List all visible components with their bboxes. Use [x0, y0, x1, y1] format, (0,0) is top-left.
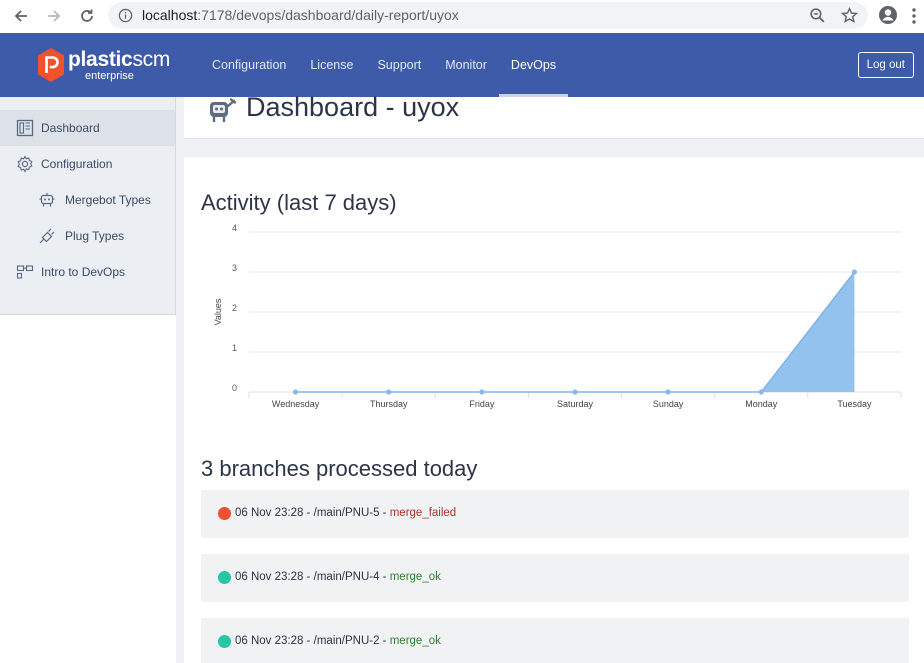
sidebar-item-mergebot-types[interactable]: Mergebot Types [0, 182, 175, 218]
url-host: localhost [142, 7, 198, 23]
logo-wordmark: plasticscm [68, 48, 170, 72]
logo-scm: scm [132, 48, 171, 71]
mergebot-avatar-icon [210, 98, 237, 122]
logout-button[interactable]: Log out [857, 52, 914, 78]
x-tick-label: Sunday [653, 399, 684, 409]
zoom-icon[interactable] [809, 7, 826, 24]
branch-datetime: 06 Nov 23:28 [235, 571, 304, 583]
branch-status: merge_failed [389, 507, 457, 519]
robot-icon [39, 193, 55, 207]
data-point [851, 269, 858, 275]
branch-text: 06 Nov 23:28 - /main/PNU-2 - merge_ok [235, 635, 441, 647]
branch-row[interactable]: 06 Nov 23:28 - /main/PNU-2 - merge_ok [201, 618, 909, 663]
y-tick-label: 1 [232, 343, 237, 353]
x-tick-label: Monday [745, 399, 778, 409]
area-fill [295, 272, 855, 392]
sidebar-item-plug-types[interactable]: Plug Types [0, 218, 175, 254]
sidebar-item-configuration[interactable]: Configuration [0, 146, 175, 182]
x-tick-label: Saturday [557, 399, 594, 409]
gear-icon [17, 155, 33, 173]
y-tick-label: 4 [232, 223, 237, 233]
series-line [295, 271, 856, 393]
top-nav: Configuration License Support Monitor De… [200, 33, 569, 97]
app-header: plasticscm enterprise Configuration Lice… [0, 33, 924, 97]
branch-text: 06 Nov 23:28 - /main/PNU-4 - merge_ok [235, 571, 441, 583]
branches-title: 3 branches processed today [201, 456, 478, 481]
branch-datetime: 06 Nov 23:28 [235, 635, 304, 647]
nav-configuration[interactable]: Configuration [200, 33, 298, 97]
browser-toolbar: localhost:7178/devops/dashboard/daily-re… [0, 0, 924, 32]
url-path: :7178/devops/dashboard/daily-report/uyox [197, 7, 459, 23]
branch-name: /main/PNU-4 [313, 571, 380, 583]
menu-dots-icon[interactable] [910, 7, 918, 25]
sidebar-item-label: Plug Types [65, 229, 125, 243]
branch-row[interactable]: 06 Nov 23:28 - /main/PNU-5 - merge_faile… [201, 490, 909, 538]
data-point [386, 389, 392, 395]
y-tick-label: 2 [232, 303, 237, 313]
branch-row[interactable]: 06 Nov 23:28 - /main/PNU-4 - merge_ok [201, 554, 909, 602]
branch-text: 06 Nov 23:28 - /main/PNU-5 - merge_faile… [235, 507, 457, 519]
x-tick-label: Friday [469, 399, 495, 409]
status-dot [218, 635, 231, 648]
x-tick-label: Tuesday [837, 399, 872, 409]
star-icon[interactable] [841, 7, 858, 24]
nav-devops[interactable]: DevOps [498, 33, 569, 97]
x-tick-label: Thursday [370, 399, 408, 409]
account-icon[interactable] [878, 5, 898, 25]
arrow-right-icon [48, 10, 61, 22]
activity-chart: 0 1 2 3 4 Wednesday Thursday Friday Saturday Sund… [213, 223, 902, 409]
sidebar-item-label: Configuration [41, 157, 113, 171]
y-axis-label: Values [213, 298, 223, 325]
branch-datetime: 06 Nov 23:28 [235, 507, 304, 519]
y-tick-label: 3 [232, 263, 237, 273]
activity-title: Activity (last 7 days) [201, 190, 397, 215]
back-button[interactable] [9, 4, 33, 28]
logo-plastic: plastic [68, 48, 133, 71]
nav-support[interactable]: Support [365, 33, 433, 97]
data-point [665, 389, 671, 395]
sidebar-item-label: Dashboard [41, 121, 100, 135]
logo-subtitle: enterprise [85, 70, 134, 82]
x-tick-label: Wednesday [272, 399, 320, 409]
url-text: localhost:7178/devops/dashboard/daily-re… [142, 7, 459, 23]
plug-icon [39, 228, 55, 244]
dashboard-icon [16, 119, 34, 137]
y-tick-label: 0 [232, 383, 237, 393]
sidebar: Dashboard Configuration Mergebot Types P… [0, 97, 176, 315]
sidebar-item-intro-to-devops[interactable]: Intro to DevOps [0, 254, 175, 290]
blocks-icon [16, 265, 34, 279]
reload-button[interactable] [75, 4, 99, 28]
branch-status: merge_ok [389, 571, 441, 583]
forward-button[interactable] [42, 4, 66, 28]
nav-monitor[interactable]: Monitor [433, 33, 499, 97]
status-dot [218, 571, 231, 584]
reload-icon [81, 9, 93, 22]
data-point [572, 389, 578, 395]
sidebar-item-dashboard[interactable]: Dashboard [0, 110, 175, 146]
arrow-left-icon [14, 10, 27, 22]
sidebar-item-label: Mergebot Types [65, 193, 151, 207]
data-point [292, 389, 299, 395]
data-point [758, 389, 764, 395]
data-point [479, 389, 485, 395]
sidebar-item-label: Intro to DevOps [41, 265, 126, 279]
branch-name: /main/PNU-5 [313, 507, 380, 519]
status-dot [218, 507, 231, 520]
nav-license[interactable]: License [298, 33, 365, 97]
info-icon[interactable] [118, 8, 133, 23]
page-title: Dashboard - uyox [246, 92, 460, 122]
logo-hex-icon [38, 48, 64, 82]
branch-status: merge_ok [389, 635, 441, 647]
branch-name: /main/PNU-2 [313, 635, 380, 647]
address-bar[interactable]: localhost:7178/devops/dashboard/daily-re… [108, 2, 868, 29]
